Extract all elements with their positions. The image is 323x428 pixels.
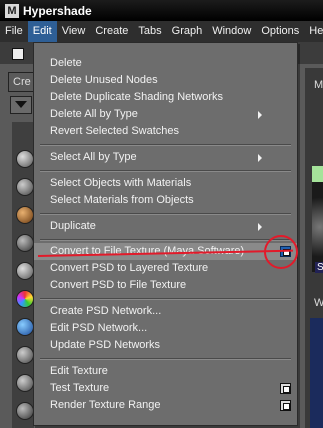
menu-separator — [40, 170, 291, 172]
menu-item-label: Select Materials from Objects — [50, 194, 194, 206]
menu-separator — [40, 239, 291, 241]
maya-logo-icon: M — [5, 3, 19, 18]
menu-item-delete[interactable]: Delete — [34, 55, 297, 72]
option-box-icon[interactable] — [280, 383, 291, 394]
menu-create[interactable]: Create — [90, 21, 133, 42]
toolbar-checker-icon[interactable] — [12, 48, 24, 60]
material-swatch-icon[interactable] — [16, 262, 34, 280]
title-bar: M Hypershade — [0, 0, 323, 21]
menu-item-create-psd-network[interactable]: Create PSD Network... — [34, 303, 297, 320]
menu-item-edit-psd-network[interactable]: Edit PSD Network... — [34, 320, 297, 337]
edit-menu-dropdown: Delete Delete Unused Nodes Delete Duplic… — [33, 42, 298, 426]
menu-window[interactable]: Window — [207, 21, 256, 42]
material-swatch-icon[interactable] — [16, 234, 34, 252]
menu-item-test-texture[interactable]: Test Texture — [34, 380, 297, 397]
material-swatch-icon[interactable] — [16, 150, 34, 168]
menu-item-label: Delete Duplicate Shading Networks — [50, 91, 224, 103]
menu-item-delete-all-by-type[interactable]: Delete All by Type — [34, 106, 297, 123]
menu-item-label: Update PSD Networks — [50, 339, 161, 351]
menu-item-label: Edit PSD Network... — [50, 322, 148, 334]
menu-graph[interactable]: Graph — [167, 21, 208, 42]
menu-item-label: Render Texture Range — [50, 399, 161, 411]
preview-swatch — [312, 182, 323, 272]
green-swatch — [312, 166, 323, 182]
menu-item-label: Convert PSD to Layered Texture — [50, 262, 209, 274]
material-swatch-icon[interactable] — [16, 346, 34, 364]
menu-item-select-objects-with-materials[interactable]: Select Objects with Materials — [34, 175, 297, 192]
annotation-circle — [264, 235, 298, 269]
menu-item-label: Select Objects with Materials — [50, 177, 192, 189]
menu-item-delete-unused-nodes[interactable]: Delete Unused Nodes — [34, 72, 297, 89]
menu-item-edit-texture[interactable]: Edit Texture — [34, 363, 297, 380]
menu-edit[interactable]: Edit — [27, 21, 57, 42]
menu-item-select-materials-from-objects[interactable]: Select Materials from Objects — [34, 192, 297, 209]
menu-item-label: Revert Selected Swatches — [50, 125, 180, 137]
menu-item-revert-selected-swatches[interactable]: Revert Selected Swatches — [34, 123, 297, 140]
menu-bar: File Edit View Create Tabs Graph Window … — [0, 21, 323, 42]
work-area — [310, 318, 323, 428]
menu-item-label: Edit Texture — [50, 365, 108, 377]
create-dropdown-arrow-icon[interactable] — [10, 96, 32, 114]
menu-item-label: Duplicate — [50, 220, 96, 232]
right-panel-label-bottom: W — [314, 297, 323, 309]
submenu-arrow-icon — [258, 111, 262, 119]
material-swatch-icon[interactable] — [16, 290, 34, 308]
menu-item-select-all-by-type[interactable]: Select All by Type — [34, 149, 297, 166]
menu-item-label: Delete — [50, 57, 82, 69]
swatch-badge: S — [315, 262, 323, 273]
menu-separator — [40, 144, 291, 146]
menu-file[interactable]: File — [0, 21, 28, 42]
menu-item-convert-psd-to-file-texture[interactable]: Convert PSD to File Texture — [34, 277, 297, 294]
material-swatch-icon[interactable] — [16, 402, 34, 420]
material-swatch-icon[interactable] — [16, 374, 34, 392]
menu-item-delete-duplicate-shading-networks[interactable]: Delete Duplicate Shading Networks — [34, 89, 297, 106]
menu-help[interactable]: Help — [304, 21, 323, 42]
material-swatch-icon[interactable] — [16, 318, 34, 336]
menu-view[interactable]: View — [57, 21, 91, 42]
menu-item-label: Create PSD Network... — [50, 305, 162, 317]
menu-item-label: Select All by Type — [50, 151, 137, 163]
menu-separator — [40, 358, 291, 360]
menu-item-label: Delete All by Type — [50, 108, 138, 120]
menu-item-update-psd-networks[interactable]: Update PSD Networks — [34, 337, 297, 354]
menu-item-render-texture-range[interactable]: Render Texture Range — [34, 397, 297, 414]
menu-tabs[interactable]: Tabs — [133, 21, 166, 42]
menu-item-label: Test Texture — [50, 382, 110, 394]
submenu-arrow-icon — [258, 154, 262, 162]
window-title: Hypershade — [23, 3, 92, 18]
submenu-arrow-icon — [258, 223, 262, 231]
menu-item-label: Delete Unused Nodes — [50, 74, 158, 86]
menu-separator — [40, 213, 291, 215]
menu-item-label: Convert PSD to File Texture — [50, 279, 187, 291]
material-swatch-icon[interactable] — [16, 178, 34, 196]
material-swatch-icon[interactable] — [16, 206, 34, 224]
menu-item-convert-psd-to-layered-texture[interactable]: Convert PSD to Layered Texture — [34, 260, 297, 277]
right-panel-label-top: M — [314, 79, 323, 91]
menu-item-duplicate[interactable]: Duplicate — [34, 218, 297, 235]
option-box-icon[interactable] — [280, 400, 291, 411]
menu-separator — [40, 298, 291, 300]
menu-options[interactable]: Options — [256, 21, 304, 42]
